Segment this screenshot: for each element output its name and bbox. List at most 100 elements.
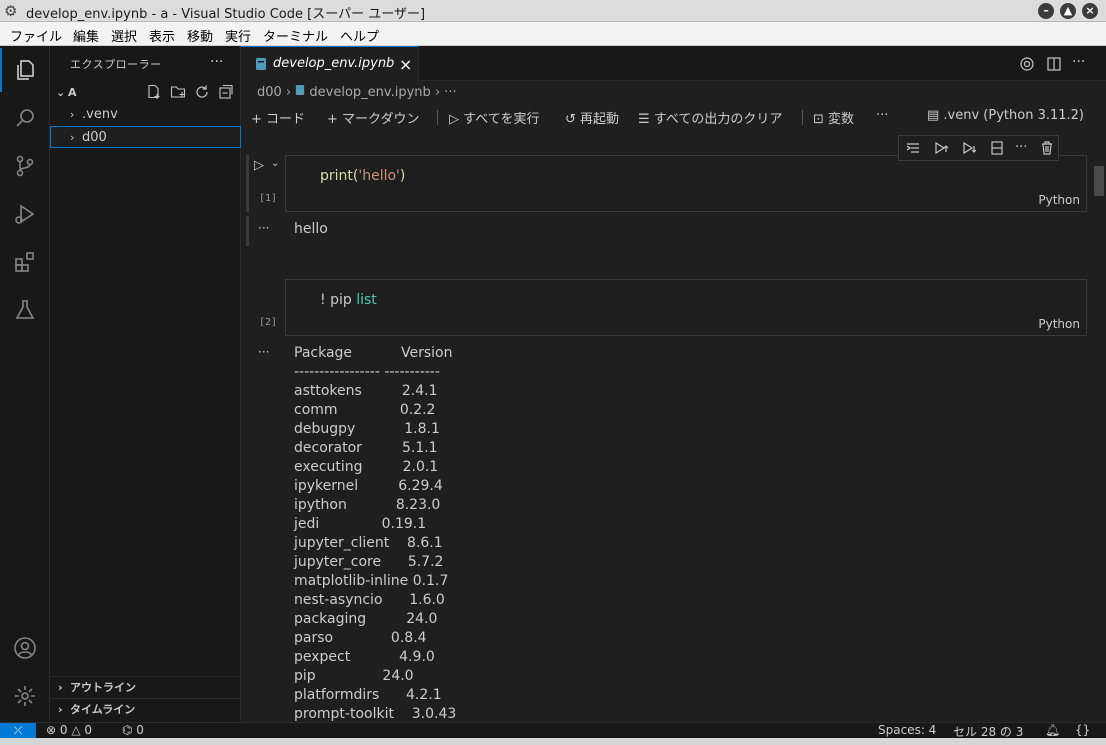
package-row: pip 24.0 (294, 668, 414, 684)
clear-all-icon: ☰ (638, 112, 654, 127)
delete-trash-icon[interactable] (1039, 140, 1057, 158)
outline-section[interactable]: › アウトライン (50, 676, 241, 698)
extensions-icon[interactable] (0, 240, 50, 284)
menu-view[interactable]: 表示 (149, 26, 175, 45)
cell-language[interactable]: Python (1038, 193, 1080, 207)
package-row: ipython 8.23.0 (294, 497, 441, 513)
package-row: jedi 0.19.1 (294, 516, 427, 532)
cell-language[interactable]: Python (1038, 317, 1080, 331)
breadcrumb-folder[interactable]: d00 (257, 85, 282, 100)
editor-scrollbar[interactable] (1094, 166, 1104, 196)
breadcrumb-file[interactable]: develop_env.ipynb (309, 85, 430, 100)
remote-indicator[interactable]: ⤫ (0, 723, 36, 739)
output-header-line: Package Version (294, 345, 453, 361)
output-more-icon[interactable]: ··· (258, 345, 269, 359)
explorer-more-icon[interactable]: ··· (210, 54, 223, 70)
cell-toolbar: ··· (898, 135, 1059, 161)
run-by-line-icon[interactable] (905, 140, 923, 158)
menu-go[interactable]: 移動 (187, 26, 213, 45)
chevron-right-icon: › (58, 681, 63, 694)
timeline-section[interactable]: › タイムライン (50, 698, 241, 720)
run-above-icon[interactable] (933, 140, 951, 158)
run-all-label: すべてを実行 (463, 112, 540, 127)
maximize-button[interactable]: ▲ (1060, 3, 1076, 19)
cell-output-2: Package Version ----------------- -------… (294, 344, 456, 724)
cell-code[interactable]: print('hello') (320, 168, 405, 184)
menu-edit[interactable]: 編集 (73, 26, 99, 45)
search-icon[interactable] (0, 96, 50, 140)
variables-button[interactable]: ⊡ 変数 (813, 108, 854, 127)
package-row: pexpect 4.9.0 (294, 649, 435, 665)
tab-develop-env[interactable]: develop_env.ipynb × (241, 46, 419, 81)
source-control-icon[interactable] (0, 144, 50, 188)
tree-item-label: .venv (82, 107, 118, 122)
run-all-button[interactable]: ▷ すべてを実行 (449, 108, 539, 127)
kernel-picker[interactable]: ▤ .venv (Python 3.11.2) (927, 108, 1084, 123)
tree-item-d00[interactable]: › d00 (50, 126, 241, 148)
menu-help[interactable]: ヘルプ (340, 26, 379, 45)
clear-outputs-button[interactable]: ☰ すべての出力のクリア (638, 108, 782, 127)
app-gear-icon[interactable]: ⚙ (4, 2, 22, 20)
close-window-button[interactable]: × (1082, 3, 1098, 19)
explorer-icon[interactable] (0, 48, 50, 92)
spaces-indicator[interactable]: Spaces: 4 (878, 723, 936, 737)
run-debug-icon[interactable] (0, 192, 50, 236)
code-cell-1[interactable]: print('hello') Python (285, 155, 1087, 212)
add-markdown-button[interactable]: + マークダウン (327, 108, 420, 127)
split-editor-icon[interactable] (1046, 56, 1062, 76)
status-bar: ⤫ ⊗ 0 △ 0 ⌬ 0 Spaces: 4 セル 28 の 3 🔔︎ {} (0, 722, 1106, 739)
package-row: decorator 5.1.1 (294, 440, 438, 456)
settings-gear-icon[interactable] (1019, 56, 1035, 76)
code-function: print( (320, 168, 359, 184)
add-code-button[interactable]: + コード (251, 108, 305, 127)
cell-more-icon[interactable]: ··· (1015, 140, 1033, 158)
menu-file[interactable]: ファイル (10, 26, 62, 45)
collapse-all-icon[interactable] (218, 84, 234, 104)
run-options-chevron-icon[interactable]: ⌄ (271, 158, 279, 169)
testing-flask-icon[interactable] (0, 288, 50, 332)
package-row: parso 0.8.4 (294, 630, 427, 646)
notebook-file-icon (255, 57, 267, 75)
tab-close-icon[interactable]: × (399, 55, 412, 74)
editor-more-icon[interactable]: ··· (1072, 54, 1085, 70)
package-row: asttokens 2.4.1 (294, 383, 438, 399)
code-cell-2[interactable]: ! pip list Python (285, 279, 1087, 336)
tab-bar: develop_env.ipynb × ··· (241, 46, 1106, 81)
kernel-icon: ▤ (927, 108, 944, 123)
cell-code[interactable]: ! pip list (320, 292, 377, 308)
settings-gear-icon[interactable] (0, 674, 50, 718)
new-file-icon[interactable] (146, 84, 162, 104)
cell-output-1: hello (294, 221, 328, 237)
timeline-section-label: タイムライン (70, 703, 136, 716)
toolbar-more-icon[interactable]: ··· (876, 108, 888, 123)
minimize-button[interactable]: – (1038, 3, 1054, 19)
menu-selection[interactable]: 選択 (111, 26, 137, 45)
ports-indicator[interactable]: ⌬ 0 (122, 723, 144, 737)
menu-terminal[interactable]: ターミナル (263, 26, 328, 45)
breadcrumb-more[interactable]: ··· (444, 85, 456, 100)
code-string: 'hello' (358, 168, 400, 184)
menu-bar: ファイル 編集 選択 表示 移動 実行 ターミナル ヘルプ (0, 22, 1106, 46)
account-icon[interactable] (0, 626, 50, 670)
toolbar-divider (437, 110, 438, 125)
tree-item-venv[interactable]: › .venv (50, 104, 241, 126)
notifications-bell-icon[interactable]: 🔔︎ (1045, 723, 1060, 737)
package-row: nest-asyncio 1.6.0 (294, 592, 445, 608)
refresh-icon[interactable] (194, 84, 210, 104)
run-cell-icon[interactable]: ▷ (254, 158, 264, 173)
restart-label: 再起動 (580, 112, 620, 127)
ports-count: 0 (136, 723, 144, 737)
feedback-braces-icon[interactable]: {} (1075, 723, 1090, 737)
run-below-icon[interactable] (961, 140, 979, 158)
new-folder-icon[interactable] (170, 84, 186, 104)
package-row: matplotlib-inline 0.1.7 (294, 573, 449, 589)
problems-indicator[interactable]: ⊗ 0 △ 0 (46, 723, 92, 737)
chevron-right-icon: › (70, 108, 75, 121)
package-row: executing 2.0.1 (294, 459, 439, 475)
notebook-editor: develop_env.ipynb × ··· d00 › develop_en… (241, 46, 1106, 722)
restart-button[interactable]: ↺ 再起動 (565, 108, 619, 127)
code-builtin: list (356, 292, 377, 308)
menu-run[interactable]: 実行 (225, 26, 251, 45)
split-cell-icon[interactable] (989, 140, 1007, 158)
output-more-icon[interactable]: ··· (258, 221, 269, 235)
